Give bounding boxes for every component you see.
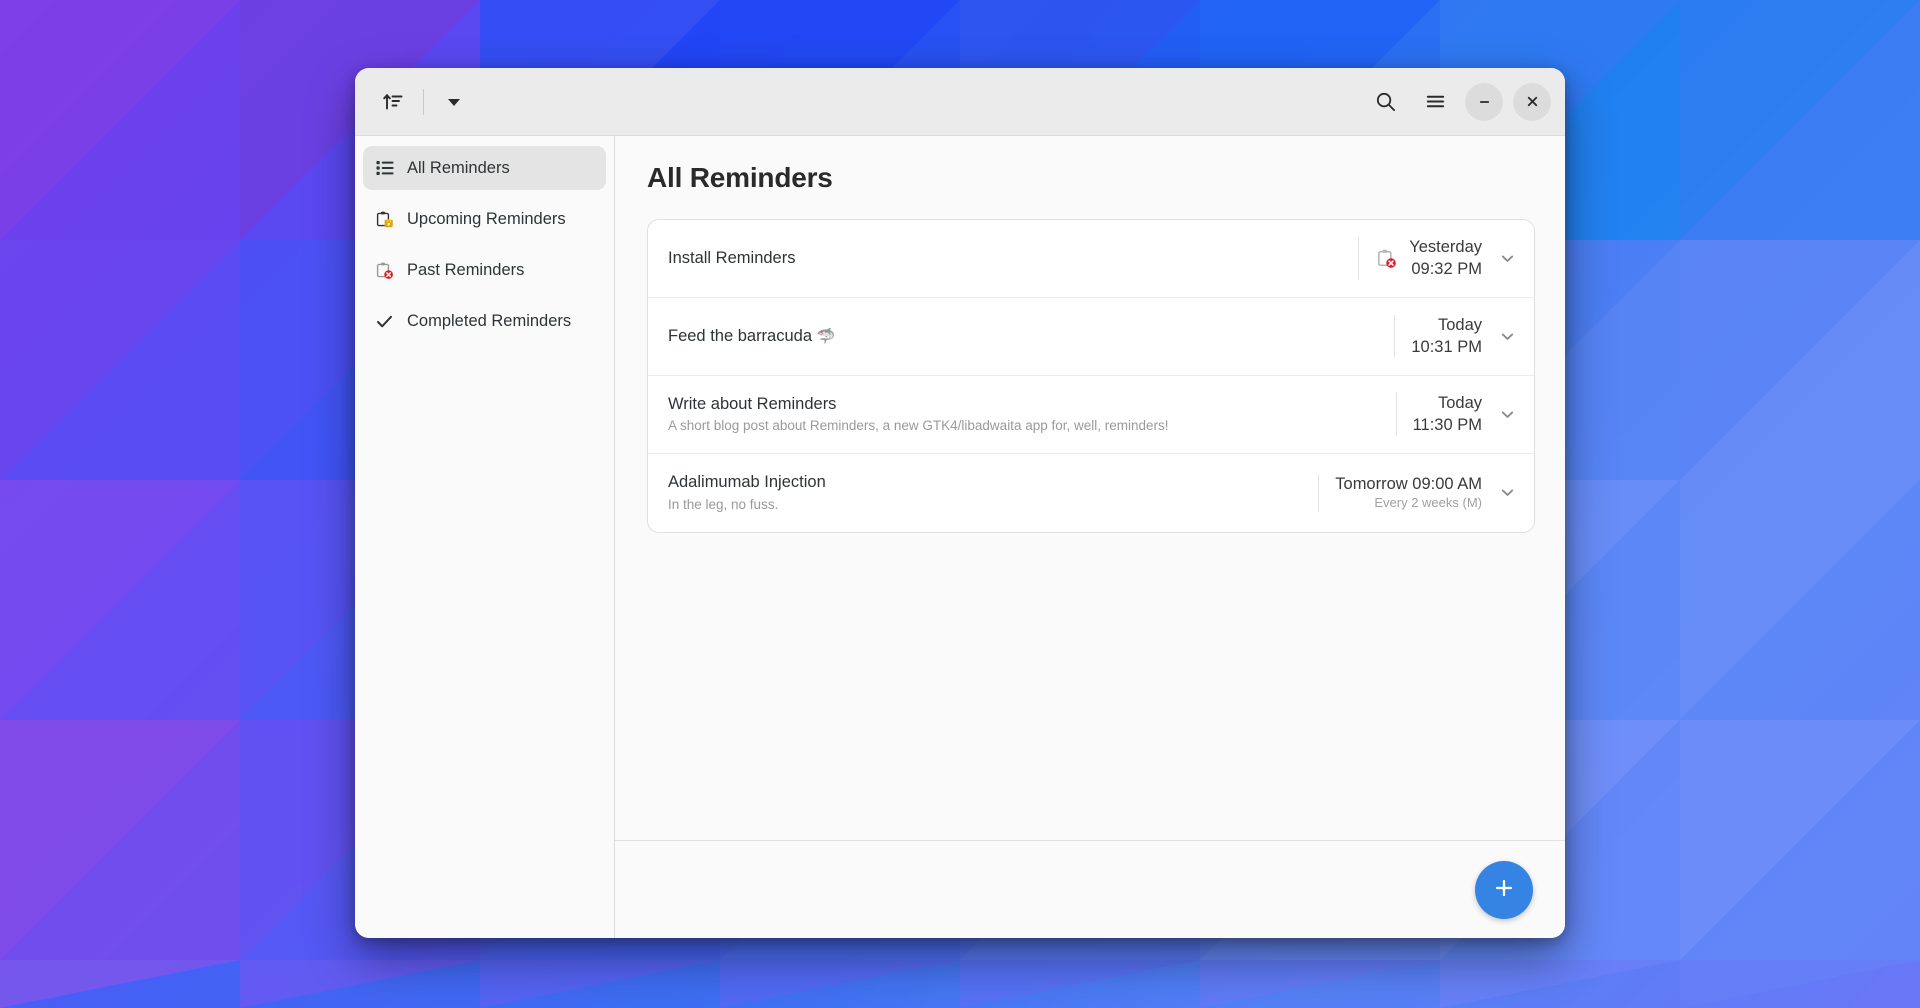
reminder-recurrence: Every 2 weeks (M) xyxy=(1374,495,1482,511)
reminder-title: Feed the barracuda 🦈 xyxy=(668,325,1380,347)
window-headerbar xyxy=(355,68,1565,136)
reminder-main: Write about Reminders A short blog post … xyxy=(668,393,1396,436)
checkmark-icon xyxy=(375,312,394,331)
hamburger-menu-icon[interactable] xyxy=(1415,82,1455,122)
sidebar-item-label: All Reminders xyxy=(407,158,510,177)
reminder-date: Today 10:31 PM xyxy=(1411,315,1482,357)
clipboard-upcoming-icon xyxy=(375,210,394,229)
content-scroll: All Reminders Install Reminders Yesterda… xyxy=(615,136,1565,840)
reminder-title: Install Reminders xyxy=(668,249,796,268)
reminder-meta: Tomorrow 09:00 AM Every 2 weeks (M) xyxy=(1318,474,1520,512)
window-body: All Reminders Upcoming Reminders Past Re… xyxy=(355,136,1565,938)
content-area: All Reminders Install Reminders Yesterda… xyxy=(615,136,1565,938)
reminder-date-day: Yesterday xyxy=(1409,238,1482,257)
reminder-subtitle: A short blog post about Reminders, a new… xyxy=(668,418,1169,434)
sort-ascending-icon[interactable] xyxy=(373,82,413,122)
reminder-title-text: Feed the barracuda xyxy=(668,327,813,346)
reminder-main: Install Reminders xyxy=(668,247,1358,269)
reminder-date-day: Today xyxy=(1437,394,1482,413)
chevron-down-icon[interactable] xyxy=(1494,324,1520,350)
reminder-date: Yesterday 09:32 PM xyxy=(1409,237,1482,279)
reminders-app-window: All Reminders Upcoming Reminders Past Re… xyxy=(355,68,1565,938)
table-row[interactable]: Write about Reminders A short blog post … xyxy=(648,376,1534,454)
reminder-title: Write about Reminders xyxy=(668,394,837,413)
page-title: All Reminders xyxy=(647,162,833,193)
shark-emoji-icon: 🦈 xyxy=(816,328,836,346)
reminder-date-time: 11:30 PM xyxy=(1412,415,1482,434)
reminder-subtitle: In the leg, no fuss. xyxy=(668,496,779,512)
table-row[interactable]: Adalimumab Injection In the leg, no fuss… xyxy=(648,454,1534,532)
header-separator xyxy=(423,88,424,115)
reminder-title: Adalimumab Injection xyxy=(668,473,826,492)
reminder-date-time: 09:32 PM xyxy=(1411,259,1482,278)
reminder-meta: Today 10:31 PM xyxy=(1394,315,1520,358)
reminder-main: Feed the barracuda 🦈 xyxy=(668,325,1394,347)
clipboard-past-icon xyxy=(375,261,394,280)
chevron-down-icon[interactable] xyxy=(1494,480,1520,506)
sidebar-item-upcoming-reminders[interactable]: Upcoming Reminders xyxy=(363,197,606,241)
sidebar-item-label: Past Reminders xyxy=(407,260,525,279)
clipboard-past-icon xyxy=(1375,248,1397,270)
chevron-down-icon[interactable] xyxy=(1494,402,1520,428)
reminder-date: Today 11:30 PM xyxy=(1413,393,1482,435)
chevron-down-icon[interactable] xyxy=(1494,246,1520,272)
sidebar-item-all-reminders[interactable]: All Reminders xyxy=(363,146,606,190)
reminder-meta: Today 11:30 PM xyxy=(1395,393,1520,436)
reminder-main: Adalimumab Injection In the leg, no fuss… xyxy=(668,471,1318,514)
bottom-action-bar xyxy=(615,840,1565,938)
table-row[interactable]: Feed the barracuda 🦈 Today 10:31 PM xyxy=(648,298,1534,376)
plus-icon xyxy=(1492,876,1516,903)
sidebar-item-label: Upcoming Reminders xyxy=(407,209,566,228)
table-row[interactable]: Install Reminders Yesterday 09:32 PM xyxy=(648,220,1534,298)
add-reminder-button[interactable] xyxy=(1475,860,1533,919)
reminder-date-day: Today xyxy=(1437,316,1482,335)
reminders-list: Install Reminders Yesterday 09:32 PM Fee… xyxy=(647,219,1535,533)
reminder-meta: Yesterday 09:32 PM xyxy=(1358,237,1520,280)
sidebar-item-completed-reminders[interactable]: Completed Reminders xyxy=(363,299,606,343)
reminder-date-time: 10:31 PM xyxy=(1411,337,1482,356)
close-button[interactable] xyxy=(1513,82,1551,121)
sidebar-item-label: Completed Reminders xyxy=(407,311,572,330)
list-bullet-icon xyxy=(375,159,394,178)
reminder-date-day: Tomorrow 09:00 AM xyxy=(1335,475,1482,494)
sidebar: All Reminders Upcoming Reminders Past Re… xyxy=(355,136,615,938)
chevron-down-icon[interactable] xyxy=(434,82,474,122)
minimize-button[interactable] xyxy=(1465,82,1503,121)
search-icon[interactable] xyxy=(1365,82,1405,122)
reminder-date: Tomorrow 09:00 AM Every 2 weeks (M) xyxy=(1335,474,1482,512)
sidebar-item-past-reminders[interactable]: Past Reminders xyxy=(363,248,606,292)
